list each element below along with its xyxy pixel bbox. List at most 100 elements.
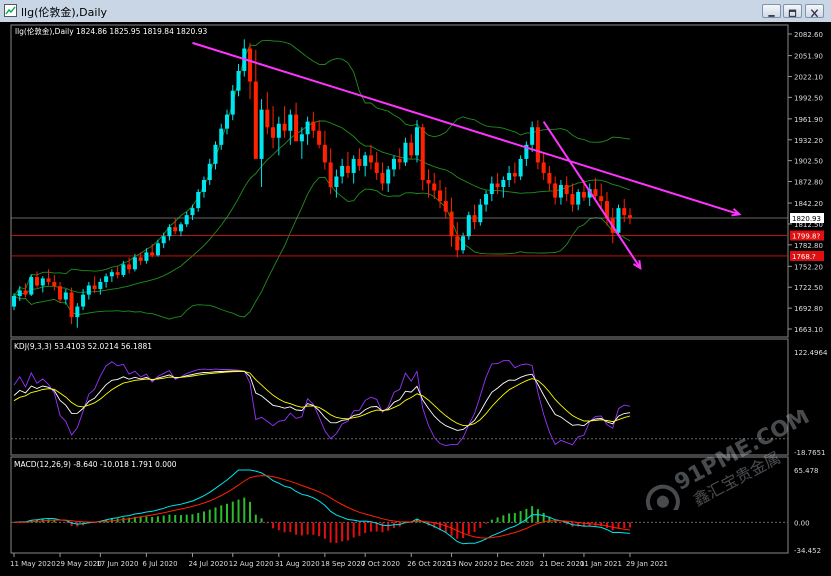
y-tick-label: 1902.50	[794, 158, 823, 166]
y-tick-label: 1872.80	[794, 179, 823, 187]
x-tick-label: 7 Oct 2020	[361, 560, 400, 568]
candle-body	[29, 277, 34, 295]
y-tick-label: 1663.10	[794, 326, 823, 334]
candle-body	[599, 196, 604, 202]
candle-body	[432, 183, 437, 191]
macd-histogram-bar	[496, 517, 499, 523]
candle-body	[328, 162, 333, 188]
candle-body	[380, 172, 385, 184]
candle-body	[472, 215, 477, 223]
candle-body	[92, 285, 97, 289]
macd-histogram-bar	[554, 521, 557, 523]
macd-histogram-bar	[312, 522, 315, 535]
candle-body	[570, 194, 575, 205]
x-tick-label: 17 Jun 2020	[96, 560, 138, 568]
candle-body	[259, 109, 264, 159]
macd-histogram-bar	[202, 511, 205, 523]
macd-histogram-bar	[335, 522, 338, 544]
x-tick-label: 29 May 2020	[56, 560, 102, 568]
chart-window-icon	[4, 4, 17, 17]
macd-histogram-bar	[185, 514, 188, 523]
x-tick-label: 2 Dec 2020	[494, 560, 534, 568]
candle-body	[426, 179, 431, 184]
macd-histogram-bar	[59, 522, 62, 523]
candle-body	[576, 191, 581, 205]
macd-histogram-bar	[346, 522, 349, 541]
candle-body	[518, 158, 523, 177]
macd-histogram-bar	[629, 522, 631, 528]
candle-body	[368, 155, 373, 163]
macd-histogram-bar	[226, 503, 229, 523]
macd-histogram-bar	[387, 522, 390, 531]
y-tick-label: 1722.50	[794, 284, 823, 292]
candle-body	[403, 142, 408, 163]
macd-histogram-bar	[168, 514, 171, 523]
macd-histogram-bar	[623, 522, 626, 528]
candle-body	[213, 144, 218, 164]
candle-body	[535, 127, 540, 163]
macd-histogram-bar	[237, 499, 240, 523]
candle-body	[443, 201, 448, 212]
macd-histogram-bar	[197, 512, 200, 523]
price-label: 1799.8?	[792, 233, 820, 241]
candle-body	[81, 294, 86, 307]
candle-body	[334, 176, 339, 188]
kdj-y-label: 122.4964	[794, 349, 828, 357]
macd-histogram-bar	[519, 511, 522, 523]
candle-body	[224, 114, 230, 129]
macd-histogram-bar	[162, 515, 165, 523]
candle-body	[466, 215, 471, 237]
y-tick-label: 1961.90	[794, 116, 823, 124]
candle-body	[345, 165, 350, 173]
x-tick-label: 11 Jan 2021	[580, 560, 622, 568]
candle-body	[581, 191, 586, 198]
candle-body	[190, 208, 195, 216]
macd-histogram-bar	[254, 514, 257, 523]
candle-body	[322, 144, 327, 163]
candle-body	[161, 236, 166, 244]
x-tick-label: 29 Jan 2021	[626, 560, 668, 568]
candle-body	[593, 189, 598, 197]
candle-body	[23, 290, 28, 295]
candle-body	[558, 184, 563, 198]
macd-histogram-bar	[179, 515, 182, 523]
macd-histogram-bar	[611, 522, 614, 531]
macd-histogram-bar	[243, 497, 246, 523]
close-button[interactable]	[805, 4, 824, 18]
candle-body	[109, 272, 114, 277]
candle-body	[167, 227, 172, 237]
candle-body	[219, 128, 224, 145]
macd-histogram-bar	[536, 509, 539, 523]
macd-histogram-bar	[502, 515, 505, 523]
macd-histogram-bar	[462, 522, 465, 539]
candle-body	[288, 114, 293, 131]
minimize-button[interactable]	[762, 4, 781, 18]
candle-body	[104, 276, 109, 282]
macd-histogram-bar	[341, 522, 344, 542]
candle-body	[173, 227, 178, 232]
candle-body	[282, 123, 287, 131]
minimize-icon	[768, 15, 775, 18]
maximize-button[interactable]	[783, 4, 802, 18]
macd-histogram-bar	[208, 509, 211, 523]
candle-body	[357, 158, 362, 166]
candle-body	[265, 109, 270, 128]
macd-histogram-bar	[277, 522, 280, 531]
candle-body	[11, 296, 17, 307]
candle-body	[420, 127, 425, 180]
macd-histogram-bar	[381, 522, 384, 533]
macd-histogram-bar	[323, 522, 326, 539]
candle-body	[340, 165, 345, 177]
macd-histogram-bar	[450, 522, 453, 536]
candle-body	[138, 257, 143, 261]
macd-histogram-bar	[485, 522, 488, 524]
candle-body	[495, 183, 500, 188]
macd-histogram-bar	[525, 508, 528, 523]
y-tick-label: 1932.20	[794, 137, 823, 145]
candle-body	[178, 224, 183, 232]
y-tick-label: 2051.90	[794, 53, 823, 61]
candle-body	[305, 121, 310, 135]
candle-body	[507, 172, 512, 180]
macd-histogram-bar	[272, 522, 275, 529]
candle-body	[363, 155, 368, 166]
